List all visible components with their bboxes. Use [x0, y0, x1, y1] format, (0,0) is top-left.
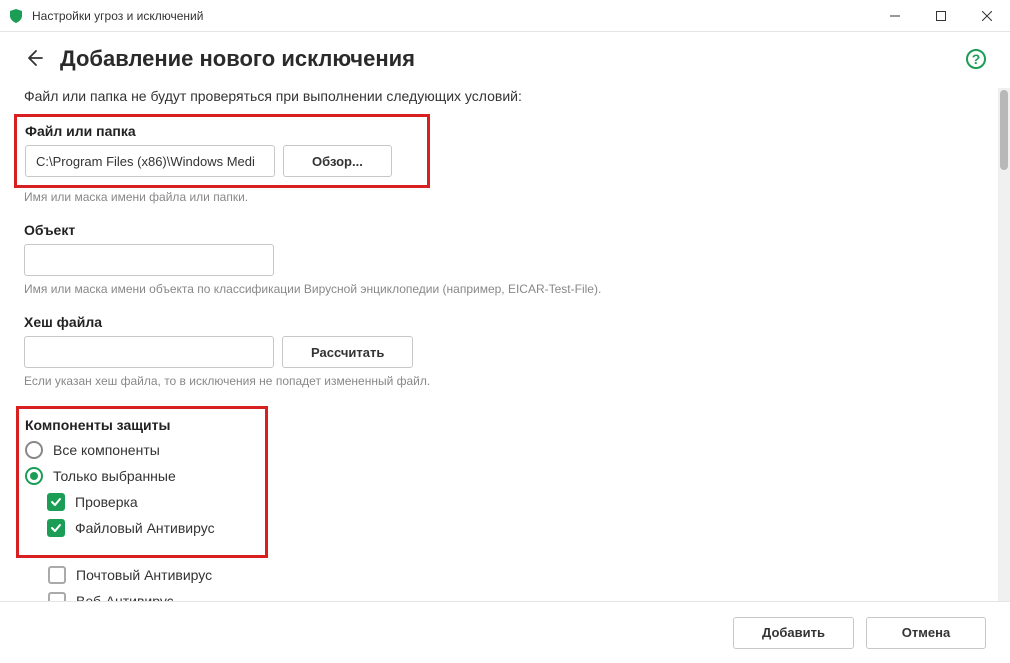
footer-bar: Добавить Отмена	[0, 601, 1010, 663]
file-section-hint: Имя или маска имени файла или папки.	[24, 190, 974, 204]
content-area: Файл или папка не будут проверяться при …	[0, 88, 998, 601]
radio-icon	[25, 467, 43, 485]
object-section-label: Объект	[24, 222, 974, 238]
checkbox-icon	[47, 493, 65, 511]
checkbox-mail-antivirus[interactable]: Почтовый Антивирус	[48, 566, 974, 584]
window-controls	[872, 0, 1010, 32]
object-input[interactable]	[24, 244, 274, 276]
scrollbar-thumb[interactable]	[1000, 90, 1008, 170]
page-title: Добавление нового исключения	[60, 46, 966, 72]
checkbox-scan[interactable]: Проверка	[47, 493, 255, 511]
back-arrow-icon[interactable]	[24, 48, 44, 71]
maximize-button[interactable]	[918, 0, 964, 32]
components-section-highlight: Компоненты защиты Все компоненты Только …	[16, 406, 268, 558]
object-section-hint: Имя или маска имени объекта по классифик…	[24, 282, 974, 296]
minimize-button[interactable]	[872, 0, 918, 32]
radio-label: Все компоненты	[53, 442, 160, 458]
checkbox-web-antivirus[interactable]: Веб-Антивирус	[48, 592, 974, 601]
radio-label: Только выбранные	[53, 468, 176, 484]
hash-section-hint: Если указан хеш файла, то в исключения н…	[24, 374, 974, 388]
checkbox-label: Веб-Антивирус	[76, 593, 174, 601]
checkbox-icon	[47, 519, 65, 537]
shield-icon	[8, 8, 24, 24]
window-title-bar: Настройки угроз и исключений	[0, 0, 1010, 32]
calculate-button[interactable]: Рассчитать	[282, 336, 413, 368]
checkbox-icon	[48, 566, 66, 584]
scrollbar[interactable]	[998, 88, 1010, 601]
radio-icon	[25, 441, 43, 459]
components-section-label: Компоненты защиты	[25, 417, 255, 433]
file-section-highlight: Файл или папка Обзор...	[14, 114, 430, 188]
checkbox-icon	[48, 592, 66, 601]
file-section-label: Файл или папка	[25, 123, 419, 139]
file-path-input[interactable]	[25, 145, 275, 177]
window-title: Настройки угроз и исключений	[32, 9, 872, 23]
help-icon[interactable]: ?	[966, 49, 986, 69]
add-button[interactable]: Добавить	[733, 617, 854, 649]
checkbox-label: Почтовый Антивирус	[76, 567, 212, 583]
browse-button[interactable]: Обзор...	[283, 145, 392, 177]
close-button[interactable]	[964, 0, 1010, 32]
radio-selected-components[interactable]: Только выбранные	[25, 467, 255, 485]
checkbox-label: Файловый Антивирус	[75, 520, 215, 536]
checkbox-file-antivirus[interactable]: Файловый Антивирус	[47, 519, 255, 537]
checkbox-label: Проверка	[75, 494, 138, 510]
page-header: Добавление нового исключения ?	[0, 32, 1010, 88]
intro-text: Файл или папка не будут проверяться при …	[24, 88, 974, 104]
cancel-button[interactable]: Отмена	[866, 617, 986, 649]
radio-all-components[interactable]: Все компоненты	[25, 441, 255, 459]
hash-input[interactable]	[24, 336, 274, 368]
hash-section-label: Хеш файла	[24, 314, 974, 330]
